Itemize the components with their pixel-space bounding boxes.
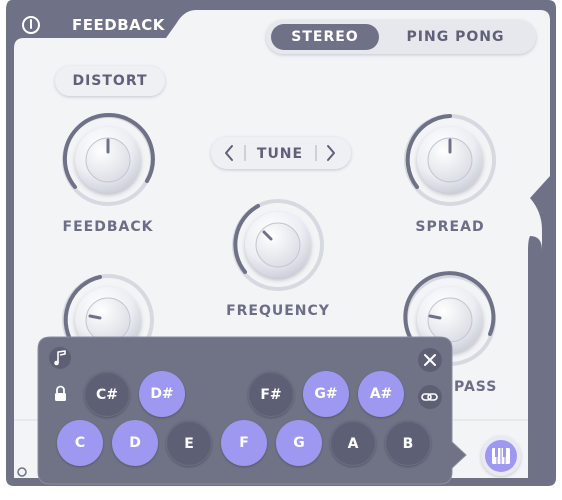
note-key-g[interactable]: G xyxy=(276,420,322,466)
frequency-knob[interactable] xyxy=(242,209,314,281)
panel-title: FEEDBACK xyxy=(72,16,165,34)
frequency-label: FREQUENCY xyxy=(226,303,330,319)
link-button[interactable] xyxy=(418,385,442,409)
feedback-knob[interactable] xyxy=(72,124,144,196)
lock-button[interactable] xyxy=(50,385,72,407)
note-key-c[interactable]: C xyxy=(57,420,103,466)
power-button[interactable] xyxy=(22,16,40,34)
ping-pong-option[interactable]: PING PONG xyxy=(383,25,528,49)
tune-next-button[interactable] xyxy=(318,139,348,167)
tune-prev-button[interactable] xyxy=(214,139,244,167)
note-key-a[interactable]: A xyxy=(330,420,376,466)
distort-button[interactable]: DISTORT xyxy=(56,70,164,92)
tune-label: TUNE xyxy=(256,146,304,162)
note-key-f-sharp[interactable]: F# xyxy=(248,371,294,417)
note-key-b[interactable]: B xyxy=(385,420,431,466)
note-key-f[interactable]: F xyxy=(221,420,267,466)
music-note-button[interactable] xyxy=(49,347,71,369)
stereo-option[interactable]: STEREO xyxy=(276,25,374,49)
close-button[interactable] xyxy=(418,348,442,372)
spread-label: SPREAD xyxy=(415,219,485,235)
spread-knob[interactable] xyxy=(414,124,486,196)
note-key-e[interactable]: E xyxy=(166,420,212,466)
pass-label: PASS xyxy=(454,379,498,395)
note-key-c-sharp[interactable]: C# xyxy=(84,371,130,417)
piano-toggle-button[interactable] xyxy=(481,436,521,476)
note-key-d[interactable]: D xyxy=(112,420,158,466)
note-key-d-sharp[interactable]: D# xyxy=(139,371,185,417)
note-key-a-sharp[interactable]: A# xyxy=(358,371,404,417)
feedback-label: FEEDBACK xyxy=(62,219,154,235)
note-key-g-sharp[interactable]: G# xyxy=(303,371,349,417)
